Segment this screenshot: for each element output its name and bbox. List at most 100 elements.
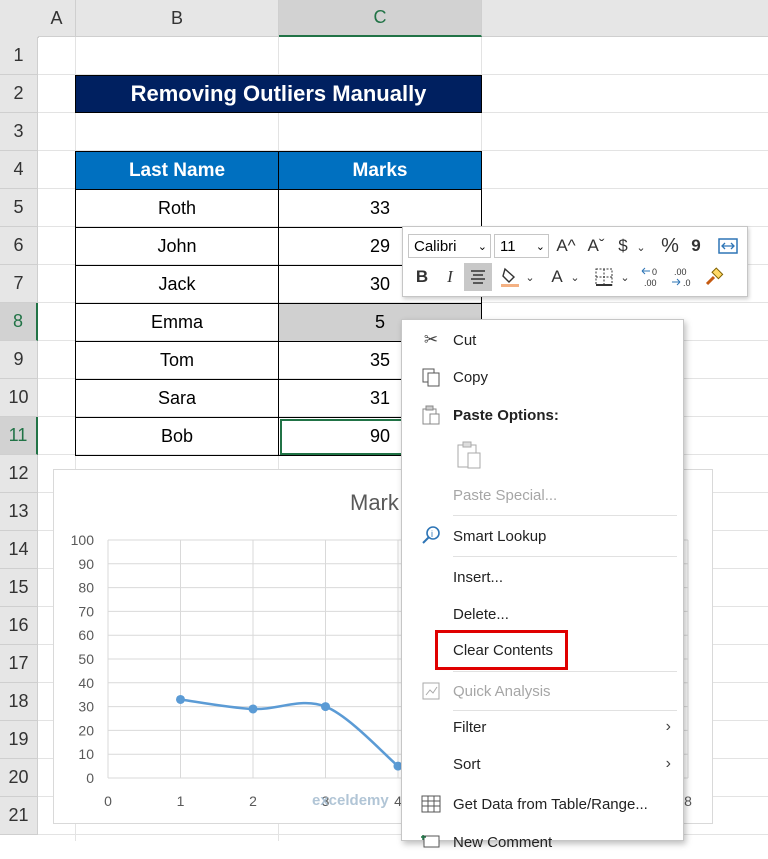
row-header-18[interactable]: 18	[0, 683, 38, 721]
wrap-text-icon[interactable]	[716, 234, 740, 258]
y-tick-label: 70	[78, 603, 94, 619]
row-header-21[interactable]: 21	[0, 797, 38, 835]
watermark-logo: exceldemy	[312, 792, 389, 809]
svg-text:0: 0	[652, 267, 657, 277]
y-tick-label: 0	[86, 770, 94, 786]
cell-name[interactable]: John	[75, 227, 279, 266]
menu-item-smart-lookup[interactable]: i Smart Lookup	[402, 519, 683, 553]
decrease-font-icon[interactable]: Aˇ	[584, 233, 608, 259]
row-header-15[interactable]: 15	[0, 569, 38, 607]
row-header-17[interactable]: 17	[0, 645, 38, 683]
cell-name[interactable]: Sara	[75, 379, 279, 418]
quick-analysis-icon	[419, 679, 443, 703]
header-marks[interactable]: Marks	[278, 151, 482, 190]
menu-item-label: Cut	[453, 331, 477, 349]
row-header-9[interactable]: 9	[0, 341, 38, 379]
cell-name[interactable]: Emma	[75, 303, 279, 342]
menu-item-copy[interactable]: Copy	[402, 360, 683, 394]
chevron-down-icon: ⌄	[535, 240, 545, 253]
increase-font-icon[interactable]: A^	[554, 233, 578, 259]
font-name-select[interactable]: Calibri ⌄	[408, 234, 491, 258]
x-tick-label: 2	[249, 793, 257, 809]
row-header-16[interactable]: 16	[0, 607, 38, 645]
currency-icon[interactable]: $	[613, 233, 633, 259]
column-header-empty[interactable]	[482, 0, 768, 37]
cell-name[interactable]: Tom	[75, 341, 279, 380]
chevron-down-icon[interactable]: ⌄	[619, 267, 631, 287]
select-all-corner[interactable]	[0, 0, 39, 38]
fill-color-icon[interactable]	[498, 264, 522, 290]
menu-item-label: New Comment	[453, 833, 553, 851]
column-header-b[interactable]: B	[76, 0, 279, 37]
align-center-icon	[471, 270, 485, 284]
menu-item-filter[interactable]: Filter ›	[402, 710, 683, 744]
decrease-decimal-icon[interactable]: .00.0	[669, 264, 697, 290]
menu-item-label: Sort	[453, 755, 481, 773]
menu-item-quick-analysis[interactable]: Quick Analysis	[402, 674, 683, 708]
row-header-10[interactable]: 10	[0, 379, 38, 417]
y-tick-label: 50	[78, 651, 94, 667]
cell-marks[interactable]: 33	[278, 189, 482, 228]
y-tick-label: 100	[71, 532, 95, 548]
align-center-button[interactable]	[464, 263, 492, 291]
row-header-7[interactable]: 7	[0, 265, 38, 303]
menu-item-sort[interactable]: Sort ›	[402, 747, 683, 781]
row-header-13[interactable]: 13	[0, 493, 38, 531]
font-size-select[interactable]: 11 ⌄	[494, 234, 549, 258]
menu-item-insert[interactable]: Insert...	[402, 560, 683, 594]
menu-item-label: Smart Lookup	[453, 527, 547, 545]
paste-button[interactable]	[453, 438, 485, 472]
header-last-name[interactable]: Last Name	[75, 151, 279, 190]
series-line	[180, 698, 399, 768]
y-tick-label: 40	[78, 675, 94, 691]
row-header-19[interactable]: 19	[0, 721, 38, 759]
chevron-down-icon[interactable]: ⌄	[569, 267, 581, 287]
cell-name[interactable]: Roth	[75, 189, 279, 228]
format-painter-icon[interactable]	[702, 264, 726, 290]
italic-button[interactable]: I	[439, 264, 461, 290]
row-header-20[interactable]: 20	[0, 759, 38, 797]
chevron-down-icon[interactable]: ⌄	[635, 237, 647, 257]
sheet-title-cell[interactable]: Removing Outliers Manually	[75, 75, 482, 113]
menu-item-new-comment[interactable]: New Comment	[402, 825, 683, 859]
font-name-value: Calibri	[414, 237, 457, 255]
cell-name[interactable]: Jack	[75, 265, 279, 304]
row-header-3[interactable]: 3	[0, 113, 38, 151]
menu-item-delete[interactable]: Delete...	[402, 597, 683, 631]
bold-button[interactable]: B	[411, 264, 433, 290]
row-header-8[interactable]: 8	[0, 303, 38, 341]
borders-icon[interactable]	[592, 264, 616, 290]
column-header-c[interactable]: C	[279, 0, 482, 37]
font-color-icon[interactable]: A	[546, 264, 568, 290]
paste-icon	[419, 403, 443, 427]
menu-divider	[453, 671, 677, 672]
cell-name[interactable]: Bob	[75, 417, 279, 456]
x-tick-label: 0	[104, 793, 112, 809]
menu-item-label: Paste Options:	[453, 406, 559, 424]
row-header-6[interactable]: 6	[0, 227, 38, 265]
row-header-4[interactable]: 4	[0, 151, 38, 189]
menu-item-paste-special[interactable]: Paste Special...	[402, 478, 683, 512]
data-point	[176, 694, 185, 704]
percent-icon[interactable]: %	[658, 233, 682, 259]
row-header-11[interactable]: 11	[0, 417, 38, 455]
menu-item-cut[interactable]: ✂ Cut	[402, 323, 683, 357]
menu-item-get-data[interactable]: Get Data from Table/Range...	[402, 787, 683, 821]
row-header-1[interactable]: 1	[0, 37, 38, 75]
increase-decimal-icon[interactable]: 0.00	[639, 264, 667, 290]
menu-item-label: Get Data from Table/Range...	[453, 795, 648, 813]
row-header-14[interactable]: 14	[0, 531, 38, 569]
row-header-2[interactable]: 2	[0, 75, 38, 113]
clipboard-icon	[457, 441, 481, 469]
chevron-down-icon[interactable]: ⌄	[524, 267, 536, 287]
chevron-right-icon: ›	[665, 718, 671, 735]
menu-item-label: Paste Special...	[453, 486, 558, 504]
row-header-12[interactable]: 12	[0, 455, 38, 493]
svg-text:.00: .00	[674, 267, 687, 277]
comma-style-icon[interactable]: 9	[687, 233, 705, 259]
mini-toolbar: Calibri ⌄ 11 ⌄ A^ Aˇ $ ⌄ % 9 B I ⌄ A ⌄ ⌄…	[402, 226, 748, 297]
menu-divider	[453, 556, 677, 557]
column-header-a[interactable]: A	[38, 0, 76, 37]
menu-item-label: Copy	[453, 368, 489, 386]
row-header-5[interactable]: 5	[0, 189, 38, 227]
